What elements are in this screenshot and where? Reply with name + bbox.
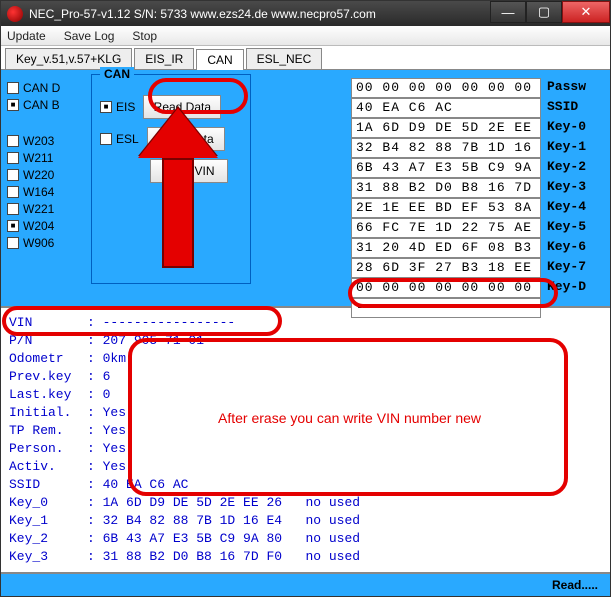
check-can-d[interactable]: CAN D xyxy=(7,81,87,95)
hex-key2: 6B 43 A7 E3 5B C9 9A 80 xyxy=(351,158,541,178)
hex-passw: 00 00 00 00 00 00 00 00 xyxy=(351,78,541,98)
hex-key6: 31 20 4D ED 6F 08 B3 64 xyxy=(351,238,541,258)
hex-key1: 32 B4 82 88 7B 1D 16 E4 xyxy=(351,138,541,158)
info-prevkey: Prev.key : 6 xyxy=(9,368,602,386)
window-title: NEC_Pro-57-v1.12 S/N: 5733 www.ezs24.de … xyxy=(29,7,490,21)
can-legend: CAN xyxy=(100,67,134,81)
write-vin-button[interactable]: Write VIN xyxy=(150,159,228,183)
check-w221[interactable]: W221 xyxy=(7,202,87,216)
menu-save-log[interactable]: Save Log xyxy=(64,29,115,43)
info-pn: P/N : 207 905 71 01 xyxy=(9,332,602,350)
check-w204[interactable]: W204 xyxy=(7,219,87,233)
tab-can[interactable]: CAN xyxy=(196,49,243,70)
menu-update[interactable]: Update xyxy=(7,29,46,43)
hex-key5: 66 FC 7E 1D 22 75 AE FD xyxy=(351,218,541,238)
info-person: Person. : Yes xyxy=(9,440,602,458)
hex-key7: 28 6D 3F 27 B3 18 EE FE xyxy=(351,258,541,278)
info-initial: Initial. : Yes xyxy=(9,404,602,422)
close-button[interactable]: ✕ xyxy=(562,1,610,23)
app-window: NEC_Pro-57-v1.12 S/N: 5733 www.ezs24.de … xyxy=(0,0,611,597)
hex-keyd: 00 00 00 00 00 00 00 00 xyxy=(351,278,541,298)
can-group: CAN EIS Read Data ESL Save Data Write VI… xyxy=(91,74,251,284)
save-data-button[interactable]: Save Data xyxy=(147,127,225,151)
upper-panel: CAN D CAN B W203 W211 W220 W164 W221 W20… xyxy=(1,70,610,306)
status-text: Read..... xyxy=(552,578,598,592)
info-key2: Key_2 : 6B 43 A7 E3 5B C9 9A 80 no used xyxy=(9,530,602,548)
menubar: Update Save Log Stop xyxy=(1,26,610,46)
info-odo: Odometr : 0km xyxy=(9,350,602,368)
maximize-button[interactable]: ▢ xyxy=(526,1,562,23)
hex-dash: ----------------------- xyxy=(351,298,541,318)
check-w220[interactable]: W220 xyxy=(7,168,87,182)
info-ssid: SSID : 40 EA C6 AC xyxy=(9,476,602,494)
minimize-button[interactable]: — xyxy=(490,1,526,23)
info-key3: Key_3 : 31 88 B2 D0 B8 16 7D F0 no used xyxy=(9,548,602,566)
statusbar: Read..... xyxy=(1,574,610,596)
info-panel: VIN : ----------------- P/N : 207 905 71… xyxy=(1,306,610,574)
info-lastkey: Last.key : 0 xyxy=(9,386,602,404)
check-eis[interactable]: EIS xyxy=(100,100,135,114)
app-icon xyxy=(7,6,23,22)
check-w203[interactable]: W203 xyxy=(7,134,87,148)
info-tprem: TP Rem. : Yes xyxy=(9,422,602,440)
check-esl[interactable]: ESL xyxy=(100,132,139,146)
check-w211[interactable]: W211 xyxy=(7,151,87,165)
hex-key4: 2E 1E EE BD EF 53 8A 97 xyxy=(351,198,541,218)
hex-key0: 1A 6D D9 DE 5D 2E EE 26 xyxy=(351,118,541,138)
check-can-b[interactable]: CAN B xyxy=(7,98,87,112)
tab-eis-ir[interactable]: EIS_IR xyxy=(134,48,194,69)
check-w164[interactable]: W164 xyxy=(7,185,87,199)
hex-panel: 00 00 00 00 00 00 00 00Passw 40 EA C6 AC… xyxy=(351,78,604,318)
info-key1: Key_1 : 32 B4 82 88 7B 1D 16 E4 no used xyxy=(9,512,602,530)
check-w906[interactable]: W906 xyxy=(7,236,87,250)
read-data-button[interactable]: Read Data xyxy=(143,95,221,119)
tab-bar: Key_v.51,v.57+KLG EIS_IR CAN ESL_NEC xyxy=(1,46,610,70)
menu-stop[interactable]: Stop xyxy=(132,29,157,43)
info-key0: Key_0 : 1A 6D D9 DE 5D 2E EE 26 no used xyxy=(9,494,602,512)
hex-ssid: 40 EA C6 AC xyxy=(351,98,541,118)
tab-esl-nec[interactable]: ESL_NEC xyxy=(246,48,323,69)
info-activ: Activ. : Yes xyxy=(9,458,602,476)
hex-key3: 31 88 B2 D0 B8 16 7D F0 xyxy=(351,178,541,198)
titlebar[interactable]: NEC_Pro-57-v1.12 S/N: 5733 www.ezs24.de … xyxy=(1,1,610,26)
tab-key[interactable]: Key_v.51,v.57+KLG xyxy=(5,48,132,69)
